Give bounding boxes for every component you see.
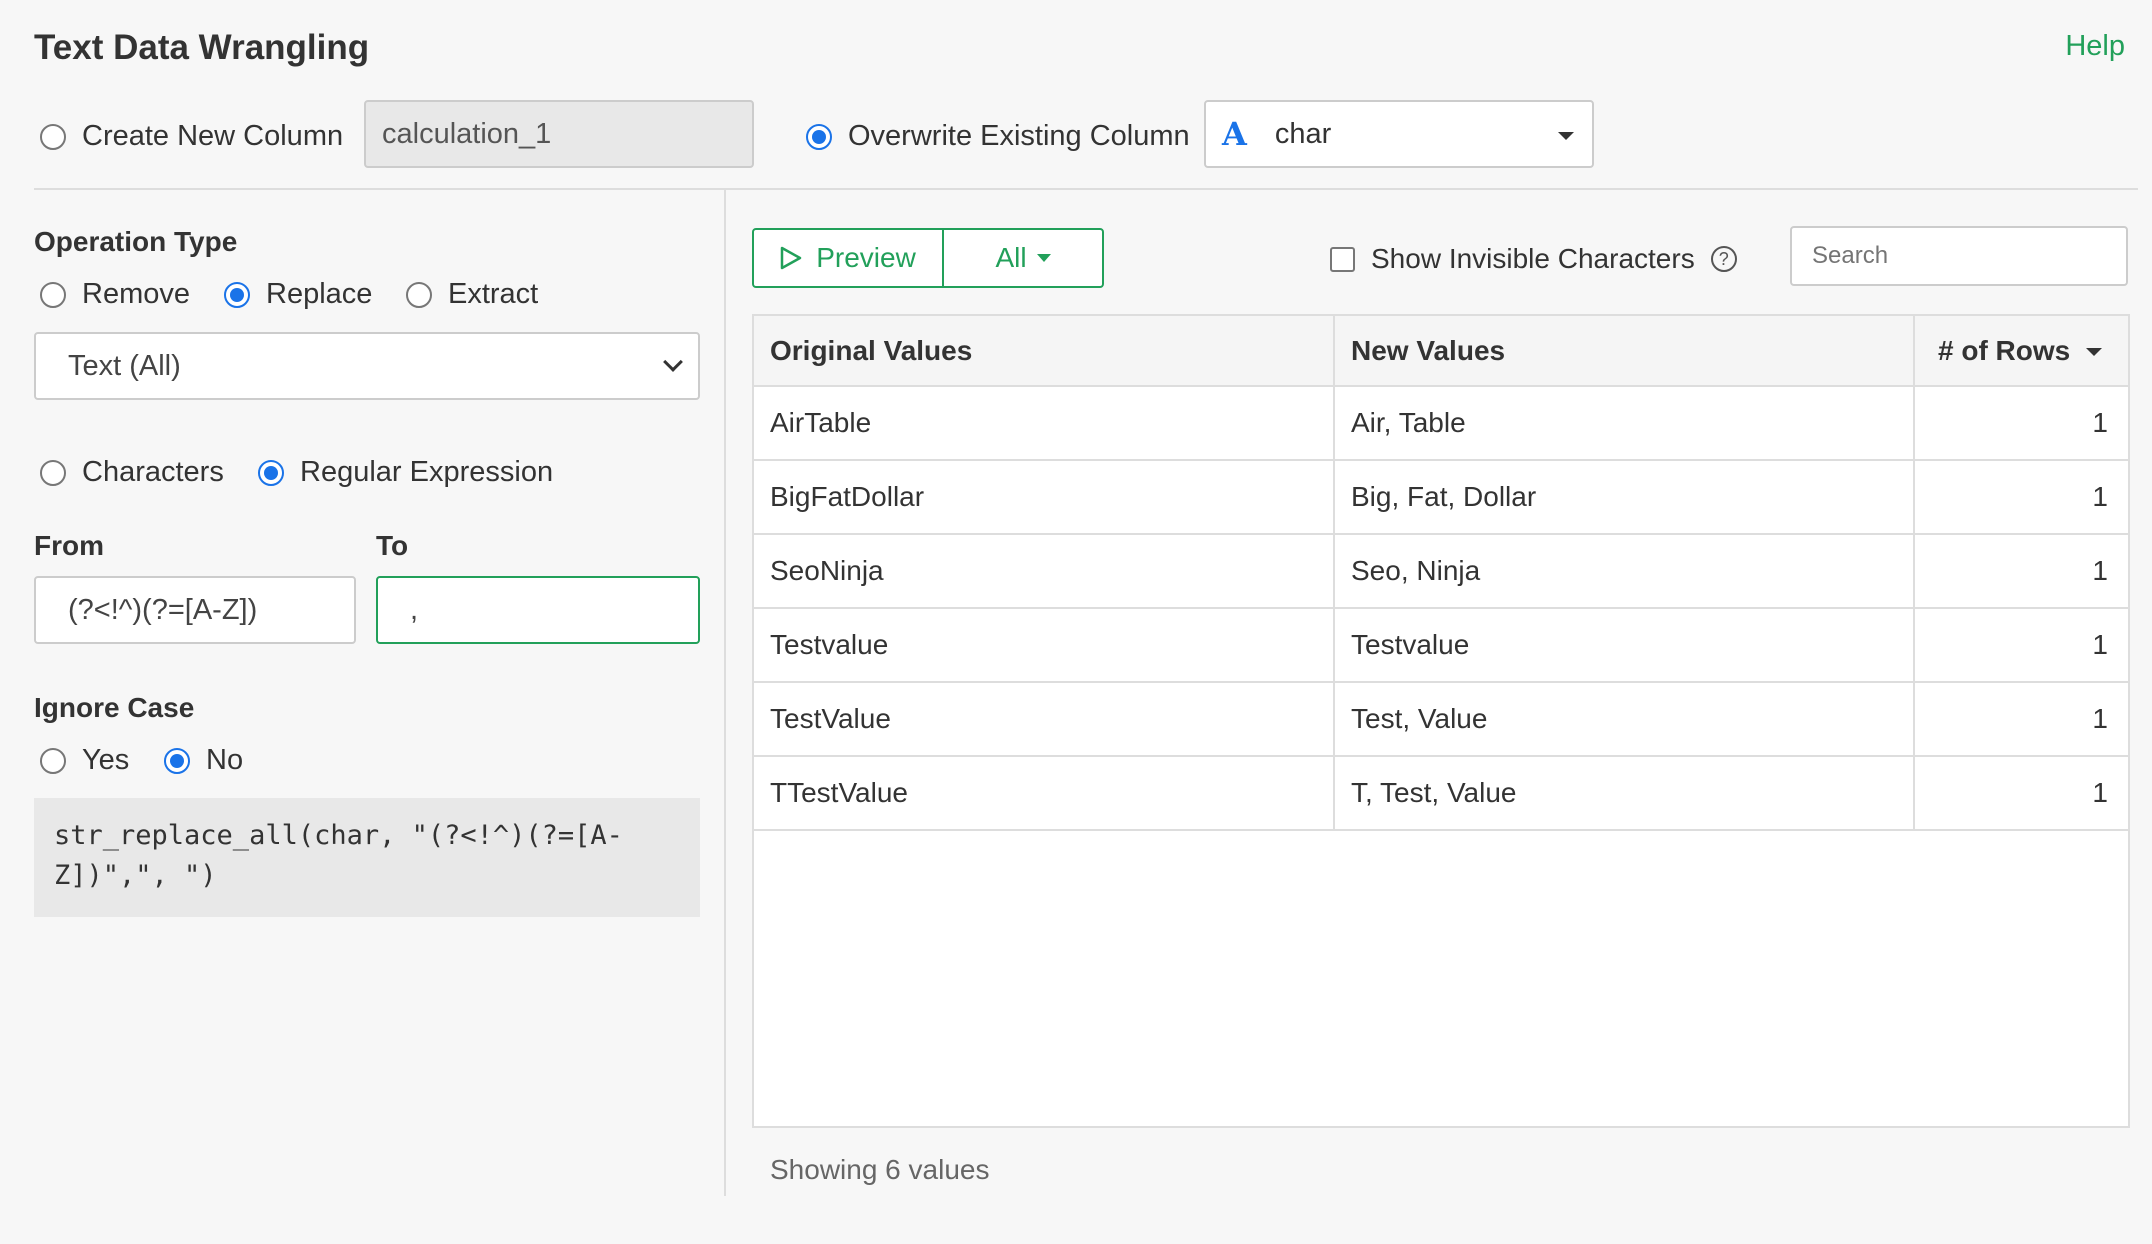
- table-row[interactable]: TestValue Test, Value 1: [754, 682, 2128, 757]
- chevron-down-icon: [1036, 254, 1051, 262]
- table-row[interactable]: SeoNinja Seo, Ninja 1: [754, 534, 2128, 609]
- from-pattern-input[interactable]: (?<!^)(?=[A-Z]): [34, 576, 356, 644]
- new-value-cell: Air, Table: [1334, 386, 1915, 461]
- search-box[interactable]: [1790, 226, 2128, 286]
- ignore-case-no-option[interactable]: No: [164, 744, 243, 777]
- original-value-cell: BigFatDollar: [754, 460, 1335, 535]
- operation-extract-radio[interactable]: [406, 281, 432, 308]
- overwrite-existing-column-label: Overwrite Existing Column: [848, 120, 1190, 152]
- match-regex-label: Regular Expression: [300, 456, 554, 488]
- preview-button-group: Preview All: [752, 228, 1104, 288]
- original-value-cell: TTestValue: [754, 756, 1335, 831]
- operation-replace-radio[interactable]: [224, 281, 250, 308]
- filter-dropdown-button[interactable]: All: [944, 230, 1102, 286]
- target-select[interactable]: Text (All): [34, 332, 700, 400]
- show-invisible-characters-label: Show Invisible Characters: [1371, 243, 1695, 274]
- from-label: From: [34, 530, 104, 561]
- row-count-header[interactable]: # of Rows: [1914, 316, 2128, 387]
- generated-code: str_replace_all(char, "(?<!^)(?=[A-Z])",…: [34, 798, 700, 917]
- search-input[interactable]: [1810, 241, 2124, 271]
- operation-remove-label: Remove: [82, 278, 190, 310]
- original-value-cell: Testvalue: [754, 608, 1335, 683]
- original-values-header[interactable]: Original Values: [754, 316, 1335, 387]
- character-type-icon: A: [1222, 115, 1247, 153]
- table-row[interactable]: TTestValue T, Test, Value 1: [754, 756, 2128, 831]
- play-icon: [780, 246, 802, 270]
- match-regex-radio[interactable]: [258, 459, 284, 486]
- original-value-cell: SeoNinja: [754, 534, 1335, 609]
- top-divider: [34, 188, 2138, 190]
- create-new-column-label: Create New Column: [82, 120, 344, 152]
- row-count-header-label: # of Rows: [1937, 334, 2071, 366]
- overwrite-existing-column-option[interactable]: Overwrite Existing Column: [806, 120, 1190, 153]
- chevron-down-icon: [1558, 132, 1574, 140]
- match-characters-option[interactable]: Characters: [40, 456, 224, 489]
- ignore-case-yes-label: Yes: [82, 744, 130, 776]
- operation-replace-label: Replace: [266, 278, 373, 310]
- ignore-case-label: Ignore Case: [34, 692, 195, 723]
- operation-extract-label: Extract: [448, 278, 539, 310]
- ignore-case-no-label: No: [206, 744, 244, 776]
- preview-button[interactable]: Preview: [754, 230, 944, 286]
- help-circle-icon[interactable]: ?: [1710, 246, 1737, 272]
- row-count-cell: 1: [1914, 386, 2128, 461]
- match-regex-option[interactable]: Regular Expression: [258, 456, 553, 489]
- table-row[interactable]: AirTable Air, Table 1: [754, 386, 2128, 461]
- to-replacement-input[interactable]: ,: [376, 576, 700, 644]
- vertical-divider: [724, 190, 726, 1196]
- target-select-value: Text (All): [68, 349, 181, 382]
- text-wrangling-dialog: Text Data Wrangling Help Create New Colu…: [0, 0, 2152, 1244]
- preview-label: Preview: [816, 242, 916, 273]
- show-invisible-characters-checkbox[interactable]: [1330, 246, 1355, 272]
- create-new-column-radio[interactable]: [40, 123, 66, 150]
- existing-column-value: char: [1274, 117, 1332, 150]
- chevron-down-icon: [663, 352, 683, 372]
- new-values-header[interactable]: New Values: [1334, 316, 1915, 387]
- row-count-cell: 1: [1914, 756, 2128, 831]
- overwrite-existing-column-radio[interactable]: [806, 123, 832, 150]
- ignore-case-yes-option[interactable]: Yes: [40, 744, 129, 777]
- new-value-cell: Seo, Ninja: [1334, 534, 1915, 609]
- row-count-cell: 1: [1914, 534, 2128, 609]
- sort-desc-icon: [2086, 348, 2102, 357]
- original-value-cell: TestValue: [754, 682, 1335, 757]
- filter-label: All: [995, 242, 1027, 273]
- ignore-case-yes-radio[interactable]: [40, 747, 66, 774]
- operation-remove-option[interactable]: Remove: [40, 278, 190, 311]
- to-label: To: [376, 530, 409, 561]
- table-row[interactable]: Testvalue Testvalue 1: [754, 608, 2128, 683]
- ignore-case-no-radio[interactable]: [164, 747, 190, 774]
- show-invisible-characters-option[interactable]: Show Invisible Characters ?: [1330, 243, 1737, 275]
- operation-type-label: Operation Type: [34, 226, 238, 257]
- new-value-cell: Test, Value: [1334, 682, 1915, 757]
- new-value-cell: Big, Fat, Dollar: [1334, 460, 1915, 535]
- help-link[interactable]: Help: [2065, 30, 2125, 63]
- new-column-name-input[interactable]: calculation_1: [364, 100, 754, 168]
- showing-values-status: Showing 6 values: [770, 1154, 990, 1185]
- operation-remove-radio[interactable]: [40, 281, 66, 308]
- new-value-cell: T, Test, Value: [1334, 756, 1915, 831]
- dialog-title: Text Data Wrangling: [34, 28, 370, 67]
- match-characters-radio[interactable]: [40, 459, 66, 486]
- operation-extract-option[interactable]: Extract: [406, 278, 538, 311]
- create-new-column-option[interactable]: Create New Column: [40, 120, 343, 153]
- match-characters-label: Characters: [82, 456, 224, 488]
- table-row[interactable]: BigFatDollar Big, Fat, Dollar 1: [754, 460, 2128, 535]
- values-table: Original Values New Values # of Rows Air…: [752, 314, 2130, 1128]
- table-header-row: Original Values New Values # of Rows: [754, 316, 2128, 387]
- row-count-cell: 1: [1914, 608, 2128, 683]
- existing-column-select[interactable]: A char: [1204, 100, 1594, 168]
- row-count-cell: 1: [1914, 682, 2128, 757]
- original-value-cell: AirTable: [754, 386, 1335, 461]
- new-value-cell: Testvalue: [1334, 608, 1915, 683]
- row-count-cell: 1: [1914, 460, 2128, 535]
- operation-replace-option[interactable]: Replace: [224, 278, 372, 311]
